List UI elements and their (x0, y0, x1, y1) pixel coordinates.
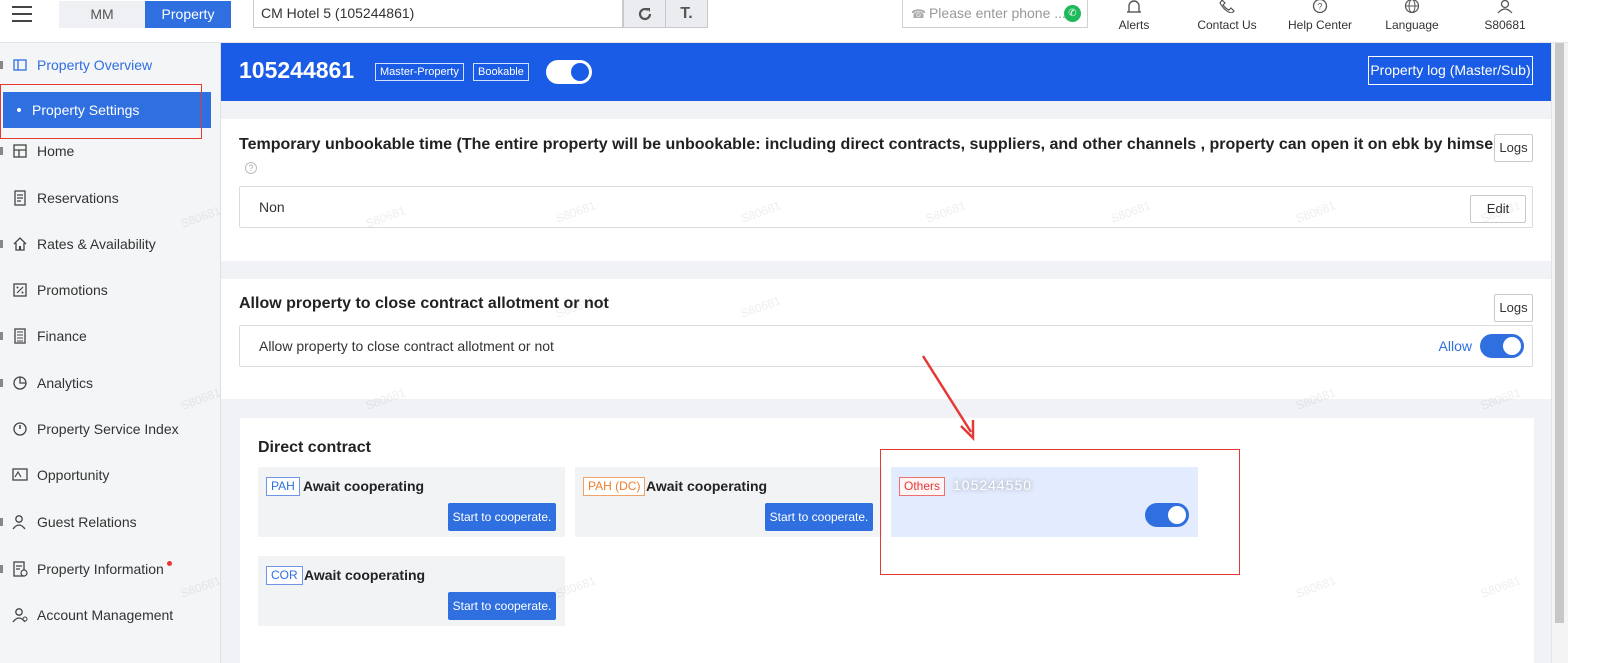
allow-label: Allow (1438, 338, 1472, 354)
sidebar-item-finance[interactable]: Finance (0, 318, 221, 354)
sidebar-item-promotions[interactable]: Promotions (0, 272, 221, 308)
pie-chart-icon (13, 376, 27, 390)
whatsapp-icon[interactable]: ✆ (1064, 5, 1081, 22)
expand-caret-icon (0, 379, 3, 387)
annotation-box-others (880, 449, 1240, 575)
info-doc-icon (13, 561, 28, 577)
phone-icon (1192, 0, 1262, 17)
expand-caret-icon (0, 332, 3, 340)
property-log-button[interactable]: Property log (Master/Sub) (1368, 56, 1533, 85)
direct-contract-title: Direct contract (258, 439, 371, 456)
account-icon (12, 608, 28, 623)
bookable-toggle[interactable] (546, 60, 592, 84)
sidebar-item-guest-relations[interactable]: Guest Relations (0, 504, 221, 540)
contract-type-tag: PAH (266, 477, 300, 496)
contact-us-button[interactable]: Contact Us (1192, 0, 1262, 43)
start-cooperate-button[interactable]: Start to cooperate. (448, 503, 556, 531)
start-cooperate-button[interactable]: Start to cooperate. (765, 503, 873, 531)
sidebar-item-property-overview[interactable]: Property Overview (0, 47, 221, 83)
user-menu[interactable]: S80681 (1478, 0, 1532, 43)
expand-caret-icon (0, 565, 3, 573)
user-icon (1478, 0, 1532, 17)
toggle-knob (1503, 337, 1521, 355)
unbookable-card: Temporary unbookable time (The entire pr… (221, 119, 1551, 261)
unbookable-title: Temporary unbookable time (The entire pr… (239, 136, 1509, 153)
sidebar-item-account-management[interactable]: Account Management (0, 597, 221, 633)
allotment-title: Allow property to close contract allotme… (239, 295, 609, 312)
contract-status: Await cooperating (304, 567, 426, 583)
allotment-logs-button[interactable]: Logs (1494, 294, 1533, 322)
master-property-tag: Master-Property (375, 63, 464, 81)
unbookable-row: Non Edit (239, 186, 1533, 228)
allotment-card: Allow property to close contract allotme… (221, 279, 1551, 399)
unbookable-logs-button[interactable]: Logs (1494, 134, 1533, 162)
property-header: 105244861 Master-Property Bookable Prope… (221, 43, 1551, 101)
sidebar-item-rates-availability[interactable]: Rates & Availability (0, 226, 221, 262)
phone-search-input[interactable]: ☎ Please enter phone ... ✆ (902, 0, 1088, 28)
contract-tile-pah: PAH Await cooperating Start to cooperate… (258, 467, 565, 537)
expand-caret-icon (0, 61, 3, 69)
contract-tile-pah-dc: PAH (DC) Await cooperating Start to coop… (575, 467, 882, 537)
gauge-icon (13, 422, 27, 436)
bell-icon (1106, 0, 1162, 17)
tab-mm[interactable]: MM (59, 1, 145, 28)
contract-status: Await cooperating (646, 478, 768, 494)
module-tabs: MM Property (59, 1, 231, 28)
opportunity-icon (12, 468, 28, 481)
edit-button[interactable]: Edit (1470, 195, 1526, 223)
svg-text:?: ? (1317, 2, 1322, 12)
sidebar-item-opportunity[interactable]: Opportunity (0, 457, 221, 493)
property-id: 105244861 (239, 57, 355, 83)
expand-caret-icon (0, 147, 3, 155)
home-icon (13, 144, 27, 158)
user-icon (12, 515, 26, 530)
annotation-arrow-icon (921, 355, 975, 442)
toggle-knob (571, 63, 589, 81)
contract-type-tag: COR (266, 566, 303, 585)
language-button[interactable]: Language (1380, 0, 1444, 43)
hotel-selector[interactable]: CM Hotel 5 (105244861) (253, 0, 623, 28)
allotment-row-label: Allow property to close contract allotme… (259, 338, 554, 354)
right-margin (1568, 0, 1600, 663)
percent-icon (13, 283, 27, 297)
start-cooperate-button[interactable]: Start to cooperate. (448, 592, 556, 620)
contract-tile-cor: COR Await cooperating Start to cooperate… (258, 556, 565, 626)
sidebar-item-reservations[interactable]: Reservations (0, 180, 221, 216)
allotment-row: Allow property to close contract allotme… (239, 325, 1533, 367)
property-icon (13, 59, 27, 71)
document-icon (14, 190, 26, 206)
tab-property[interactable]: Property (145, 1, 231, 28)
alerts-button[interactable]: Alerts (1106, 0, 1162, 43)
scrollbar-thumb[interactable] (1555, 43, 1564, 623)
bookable-tag: Bookable (473, 63, 529, 81)
page-scrollbar[interactable] (1551, 43, 1568, 663)
help-icon: ? (1285, 0, 1355, 17)
globe-icon (1380, 0, 1444, 17)
expand-caret-icon (0, 240, 3, 248)
sidebar-item-analytics[interactable]: Analytics (0, 365, 221, 401)
annotation-box-sidebar (0, 84, 202, 139)
top-bar: MM Property CM Hotel 5 (105244861) T. ☎ P… (0, 0, 1600, 43)
allow-toggle[interactable] (1480, 334, 1524, 358)
ledger-icon (14, 328, 26, 344)
sidebar-item-property-service-index[interactable]: Property Service Index (0, 411, 221, 447)
menu-icon[interactable] (12, 6, 32, 24)
help-icon[interactable]: ? (245, 162, 257, 174)
contract-type-tag: PAH (DC) (583, 477, 646, 496)
house-icon (13, 237, 27, 251)
contract-status: Await cooperating (303, 478, 425, 494)
phone-icon: ☎ (911, 7, 926, 21)
sidebar-item-property-information[interactable]: Property Information (0, 551, 221, 587)
help-center-button[interactable]: ? Help Center (1285, 0, 1355, 43)
notification-dot (166, 561, 172, 566)
refresh-icon[interactable] (623, 0, 666, 28)
text-format-icon[interactable]: T. (665, 0, 708, 28)
expand-caret-icon (0, 518, 3, 526)
unbookable-value: Non (259, 199, 285, 215)
